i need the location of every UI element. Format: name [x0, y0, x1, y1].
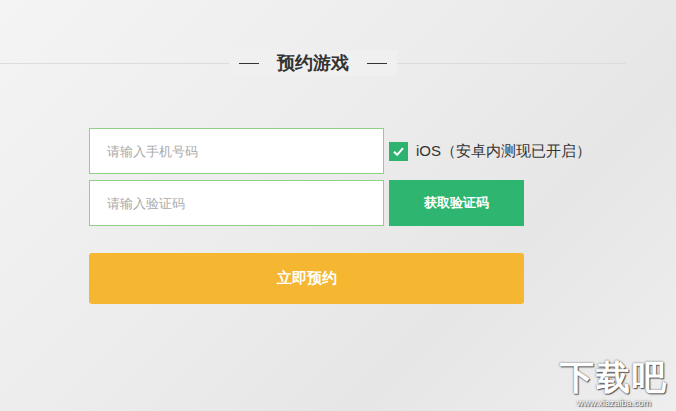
watermark: 下载吧www.xiazaiba.com: [560, 357, 668, 409]
code-row: 获取验证码: [89, 180, 676, 226]
get-code-button[interactable]: 获取验证码: [389, 180, 524, 226]
title-dash: [239, 63, 259, 64]
section-header: 预约游戏: [0, 50, 626, 76]
code-input[interactable]: [89, 180, 384, 226]
reservation-page: 预约游戏 iOS（安卓内测现已开启） 获取验证码立即预约下载吧www.xiazaib…: [0, 0, 676, 411]
submit-button[interactable]: 立即预约: [89, 253, 524, 304]
submit-row: 立即预约: [89, 253, 676, 304]
watermark-url: www.xiazaiba.com: [577, 397, 651, 409]
platform-label: iOS（安卓内测现已开启）: [416, 142, 591, 161]
phone-row: iOS（安卓内测现已开启）: [89, 128, 676, 174]
watermark-logo: 下载吧: [560, 357, 668, 397]
title-group: 预约游戏: [229, 50, 397, 76]
checkbox-box[interactable]: [389, 142, 408, 161]
section-title: 预约游戏: [277, 50, 349, 76]
phone-input[interactable]: [89, 128, 384, 174]
platform-checkbox[interactable]: iOS（安卓内测现已开启）: [389, 142, 591, 161]
title-dash: [367, 63, 387, 64]
check-icon: [392, 145, 405, 158]
reservation-form: iOS（安卓内测现已开启） 获取验证码立即预约: [89, 128, 676, 304]
